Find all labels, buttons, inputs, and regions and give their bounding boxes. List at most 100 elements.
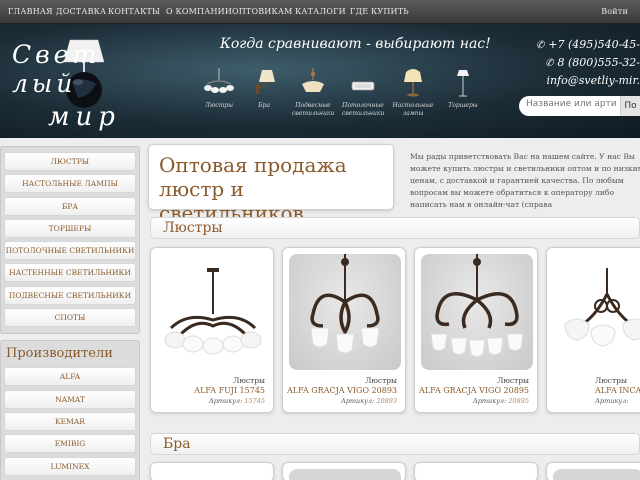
chandelier-image (564, 268, 640, 347)
product-card[interactable]: Люстры ALFA INCA Артикул: (546, 247, 640, 413)
chandelier-image (430, 254, 524, 357)
nav-contacts[interactable]: КОНТАКТЫ (108, 7, 160, 16)
product-card[interactable] (150, 462, 274, 480)
product-sku: Артикул: 20893 (341, 397, 397, 405)
page-title-line-1: Оптовая продажа (159, 153, 347, 177)
sidebar-item-wall-lights[interactable]: НАСТЕННЫЕ СВЕТИЛЬНИКИ (4, 263, 136, 283)
category-label: Торшеры (448, 102, 478, 109)
brand-item[interactable]: EMIBIG (4, 434, 136, 454)
product-image[interactable] (289, 469, 401, 480)
category-table-lamps[interactable]: Настольные лампы (392, 66, 434, 118)
floor-lamp-icon (457, 70, 469, 97)
page-title: Оптовая продажа люстр и светильников (148, 144, 394, 225)
product-category: Люстры (595, 376, 627, 385)
product-name[interactable]: ALFA FUJI 15745 (194, 386, 265, 395)
intro-text: Мы рады приветствовать Вас на нашем сайт… (410, 152, 640, 209)
category-sconces[interactable]: Бра (243, 66, 285, 110)
section-heading-sconces: Бра (150, 433, 640, 455)
product-name[interactable]: ALFA INCA (595, 386, 640, 395)
logo-text-top: Свет лый (12, 40, 101, 98)
product-category: Люстры (497, 376, 529, 385)
sidebar-item-sconces[interactable]: БРА (4, 196, 136, 216)
category-ceiling-lights[interactable]: Потолочные светильники (342, 66, 384, 118)
product-card[interactable]: Люстры ALFA GRACJA VIGO 20895 Артикул: 2… (414, 247, 538, 413)
sidebar-item-ceiling-lights[interactable]: ПОТОЛОЧНЫЕ СВЕТИЛЬНИКИ (4, 241, 136, 261)
product-image[interactable] (157, 254, 269, 370)
top-navigation: ГЛАВНАЯ ДОСТАВКА КОНТАКТЫ О КОМПАНИИ ОПТ… (0, 0, 640, 24)
category-floor-lamps[interactable]: Торшеры (442, 66, 484, 110)
sku-value: 20895 (508, 397, 529, 405)
product-sku: Артикул: (595, 397, 628, 405)
nav-home[interactable]: ГЛАВНАЯ (8, 7, 53, 16)
nav-delivery[interactable]: ДОСТАВКА (56, 7, 106, 16)
brands-heading: Производители (6, 346, 113, 362)
product-card[interactable]: Люстры ALFA FUJI 15745 Артикул: 15745 (150, 247, 274, 413)
sidebar-item-floor-lamps[interactable]: ТОРШЕРЫ (4, 218, 136, 238)
category-pendant-lights[interactable]: Подвесные светильники (292, 66, 334, 118)
sidebar-item-spots[interactable]: СПОТЫ (4, 308, 136, 328)
phone-icon: ✆ (545, 58, 554, 69)
sidebar-item-chandeliers[interactable]: ЛЮСТРЫ (4, 152, 136, 171)
brand-item[interactable]: KEMAR (4, 411, 136, 431)
category-chandeliers[interactable]: Люстры (198, 66, 240, 110)
section-heading-chandeliers: Люстры (150, 217, 640, 239)
phone-2-text: 8 (800)555-32- (557, 56, 640, 69)
nav-wholesale[interactable]: ОПТОВИКАМ (232, 7, 293, 16)
category-label: Люстры (204, 102, 234, 109)
chandelier-icon (204, 68, 234, 93)
chandelier-image (310, 254, 380, 354)
slogan: Когда сравнивают - выбирают нас! (220, 36, 491, 52)
search-box: По (519, 96, 640, 116)
product-card[interactable] (282, 462, 406, 480)
phone-2[interactable]: ✆ 8 (800)555-32- (545, 56, 640, 69)
product-name[interactable]: ALFA GRACJA VIGO 20895 (419, 386, 529, 395)
product-category: Люстры (233, 376, 265, 385)
sidebar: ЛЮСТРЫ НАСТОЛЬНЫЕ ЛАМПЫ БРА ТОРШЕРЫ ПОТО… (0, 146, 140, 480)
sku-label: Артикул: (595, 397, 629, 405)
brand-item[interactable]: NAMAT (4, 389, 136, 409)
sku-label: Артикул: (472, 397, 507, 405)
sidebar-item-pendant-lights[interactable]: ПОДВЕСНЫЕ СВЕТИЛЬНИКИ (4, 285, 136, 305)
pendant-light-icon (302, 68, 324, 92)
logo-text-bottom: мир (48, 102, 121, 132)
product-card[interactable] (414, 462, 538, 480)
product-category: Люстры (365, 376, 397, 385)
sku-label: Артикул: (208, 397, 243, 405)
category-label: Потолочные светильники (342, 102, 385, 117)
category-label: Подвесные светильники (292, 102, 335, 117)
product-image[interactable] (553, 469, 640, 480)
product-card[interactable]: Люстры ALFA GRACJA VIGO 20893 Артикул: 2… (282, 247, 406, 413)
sku-label: Артикул: (340, 397, 375, 405)
site-logo[interactable]: Свет лый мир (8, 30, 168, 134)
ceiling-light-icon (351, 81, 375, 91)
product-name[interactable]: ALFA GRACJA VIGO 20893 (287, 386, 397, 395)
nav-catalogs[interactable]: КАТАЛОГИ (295, 7, 346, 16)
search-button[interactable]: По (620, 96, 640, 116)
phone-1-text: +7 (495)540-45- (548, 38, 640, 51)
phone-1[interactable]: ✆ +7 (495)540-45- (536, 38, 640, 51)
sconce-icon (256, 70, 275, 94)
sku-value: 15745 (244, 397, 265, 405)
category-menu: ЛЮСТРЫ НАСТОЛЬНЫЕ ЛАМПЫ БРА ТОРШЕРЫ ПОТО… (0, 146, 140, 335)
brand-item[interactable]: ALFA (4, 367, 136, 387)
brand-item[interactable]: LUMINEX (4, 456, 136, 476)
login-link[interactable]: Войти (601, 7, 628, 16)
product-image[interactable] (289, 254, 401, 370)
search-input[interactable] (526, 99, 616, 109)
table-lamp-icon (404, 69, 422, 97)
product-card[interactable] (546, 462, 640, 480)
product-sku: Артикул: 20895 (473, 397, 529, 405)
header-banner: Свет лый мир Когда сравнивают - выбирают… (0, 24, 640, 138)
product-image[interactable] (421, 254, 533, 370)
brand-menu: Производители ALFA NAMAT KEMAR EMIBIG LU… (0, 340, 140, 480)
email-link[interactable]: info@svetliy-mir. (546, 74, 640, 87)
sidebar-item-table-lamps[interactable]: НАСТОЛЬНЫЕ ЛАМПЫ (4, 174, 136, 194)
category-label: Бра (258, 102, 270, 109)
product-sku: Артикул: 15745 (209, 397, 265, 405)
nav-about[interactable]: О КОМПАНИИ (166, 7, 232, 16)
category-label: Настольные лампы (392, 102, 434, 117)
sku-value: 20893 (376, 397, 397, 405)
chandelier-image (164, 268, 262, 355)
nav-where-to-buy[interactable]: ГДЕ КУПИТЬ (350, 7, 409, 16)
product-image[interactable] (553, 254, 640, 370)
